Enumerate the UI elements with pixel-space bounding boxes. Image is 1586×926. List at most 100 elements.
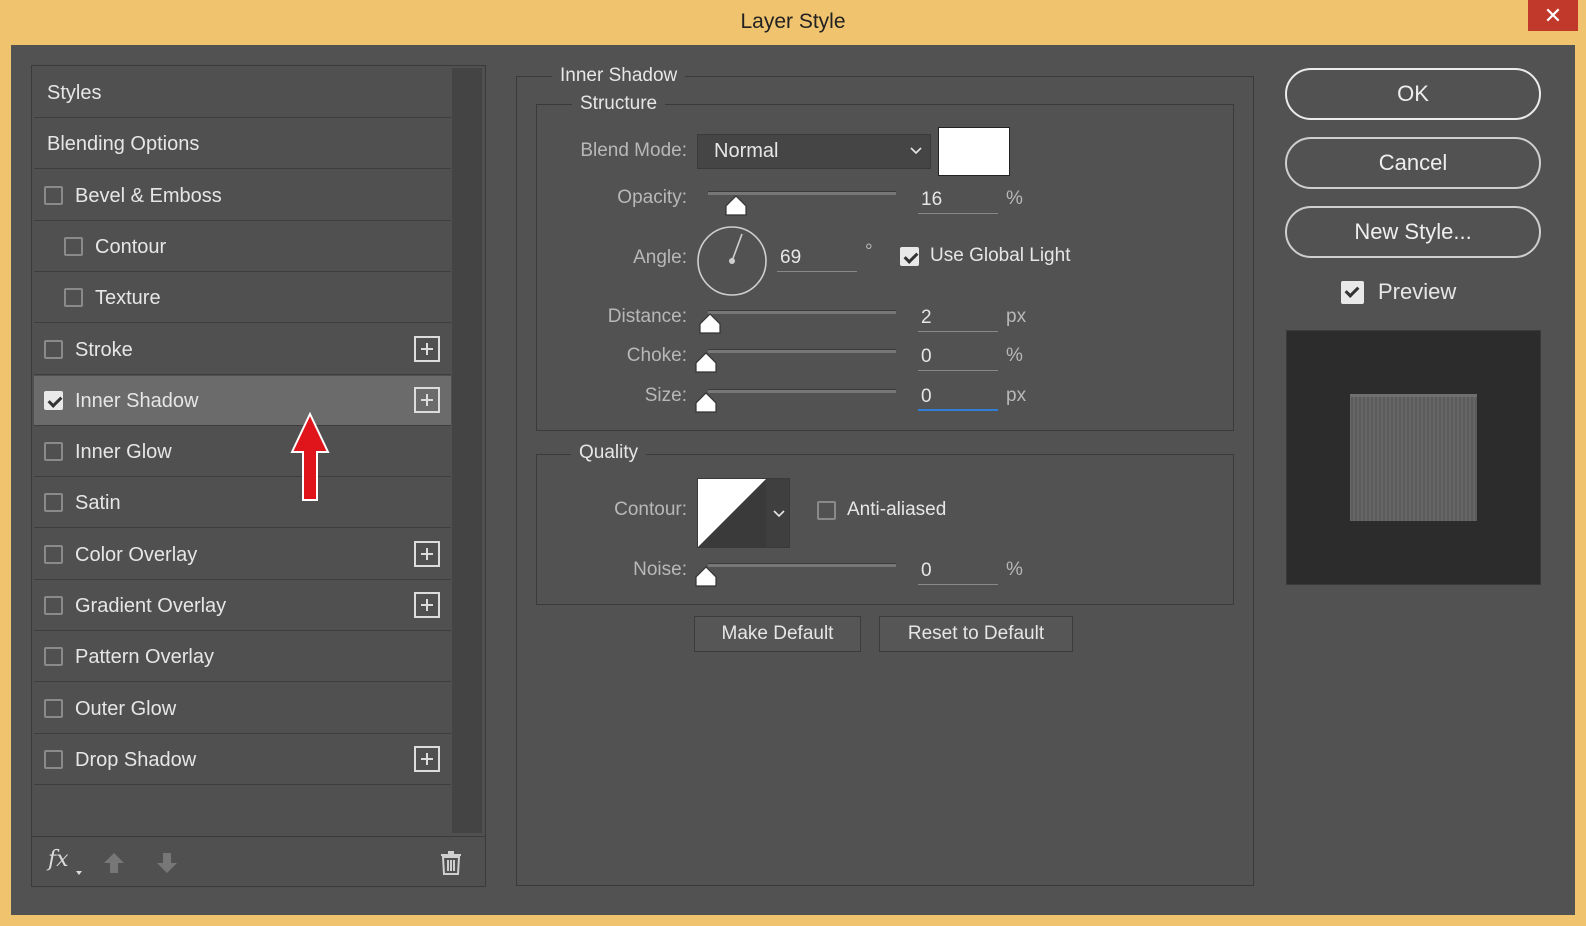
style-item-label: Inner Shadow xyxy=(75,389,199,412)
noise-unit: % xyxy=(1006,559,1023,580)
blend-mode-select[interactable]: Normal xyxy=(697,134,931,169)
style-item-inner-shadow[interactable]: Inner Shadow xyxy=(34,375,451,426)
fx-icon[interactable]: fx xyxy=(48,847,69,872)
style-checkbox-inner-glow[interactable] xyxy=(44,442,63,462)
noise-input[interactable]: 0 xyxy=(918,557,998,585)
choke-input[interactable]: 0 xyxy=(918,343,998,371)
style-item-texture[interactable]: Texture xyxy=(34,273,451,324)
style-checkbox-drop-shadow[interactable] xyxy=(44,749,63,769)
noise-slider-thumb[interactable] xyxy=(695,566,717,588)
contour-chevron-down-icon[interactable] xyxy=(773,510,785,518)
style-item-contour[interactable]: Contour xyxy=(34,222,451,272)
style-item-drop-shadow[interactable]: Drop Shadow xyxy=(34,735,451,785)
choke-slider-thumb[interactable] xyxy=(695,352,717,374)
shadow-color-swatch[interactable] xyxy=(938,127,1010,176)
styles-scrollbar[interactable] xyxy=(452,68,482,833)
chevron-down-icon xyxy=(910,147,922,155)
distance-slider[interactable] xyxy=(708,310,896,314)
contour-label: Contour: xyxy=(614,499,687,520)
style-item-label: Bevel & Emboss xyxy=(75,184,222,207)
contour-preview-icon xyxy=(698,479,766,547)
style-checkbox-inner-shadow[interactable] xyxy=(44,390,63,410)
distance-label: Distance: xyxy=(607,306,687,327)
close-button[interactable]: ✕ xyxy=(1528,0,1578,31)
use-global-light-label[interactable]: Use Global Light xyxy=(930,245,1070,267)
style-item-label: Styles xyxy=(47,82,102,104)
trash-icon[interactable] xyxy=(440,851,462,875)
blend-mode-label: Blend Mode: xyxy=(580,140,687,161)
structure-title: Structure xyxy=(572,93,666,115)
noise-label: Noise: xyxy=(633,559,687,580)
choke-label: Choke: xyxy=(626,345,687,366)
style-item-label: Inner Glow xyxy=(75,441,172,464)
size-slider[interactable] xyxy=(708,389,896,393)
distance-input[interactable]: 2 xyxy=(918,304,998,332)
opacity-label: Opacity: xyxy=(617,187,687,208)
style-item-label: Blending Options xyxy=(47,133,200,156)
new-style-button[interactable]: New Style... xyxy=(1285,206,1541,258)
anti-aliased-checkbox[interactable] xyxy=(817,501,836,520)
size-input[interactable]: 0 xyxy=(918,383,998,411)
quality-title: Quality xyxy=(571,442,647,464)
style-item-label: Color Overlay xyxy=(75,543,198,566)
style-item-color-overlay[interactable]: Color Overlay xyxy=(34,530,451,580)
styles-panel: Styles Blending Options Bevel & Emboss Cont… xyxy=(31,65,486,887)
use-global-light-checkbox[interactable] xyxy=(900,247,919,266)
style-checkbox-pattern-overlay[interactable] xyxy=(44,647,63,667)
choke-slider[interactable] xyxy=(708,349,896,353)
style-item-label: Contour xyxy=(95,235,167,258)
opacity-slider-thumb[interactable] xyxy=(725,195,747,217)
noise-slider[interactable] xyxy=(708,563,896,567)
reset-to-default-button[interactable]: Reset to Default xyxy=(879,616,1073,652)
preview-swatch xyxy=(1350,394,1477,521)
style-item-outer-glow[interactable]: Outer Glow xyxy=(34,684,451,734)
anti-aliased-label[interactable]: Anti-aliased xyxy=(847,499,946,521)
style-checkbox-satin[interactable] xyxy=(44,493,63,513)
style-item-inner-glow[interactable]: Inner Glow xyxy=(34,427,451,478)
style-item-label: Gradient Overlay xyxy=(75,595,227,617)
add-drop-shadow-icon[interactable] xyxy=(414,745,440,772)
style-checkbox-contour[interactable] xyxy=(64,236,83,256)
choke-unit: % xyxy=(1006,345,1023,366)
move-up-icon[interactable] xyxy=(102,851,126,875)
style-item-label: Stroke xyxy=(75,338,133,361)
style-item-label: Pattern Overlay xyxy=(75,646,214,669)
title-bar: Layer Style ✕ xyxy=(0,0,1586,45)
style-item-stroke[interactable]: Stroke xyxy=(34,325,451,375)
style-checkbox-gradient-overlay[interactable] xyxy=(44,596,63,615)
ok-button[interactable]: OK xyxy=(1285,68,1541,120)
distance-unit: px xyxy=(1006,306,1027,327)
style-item-styles[interactable]: Styles xyxy=(34,68,451,118)
style-item-satin[interactable]: Satin xyxy=(34,478,451,529)
distance-slider-thumb[interactable] xyxy=(699,313,721,335)
move-down-icon[interactable] xyxy=(155,851,179,875)
style-checkbox-outer-glow[interactable] xyxy=(44,698,63,718)
angle-label: Angle: xyxy=(633,247,687,268)
style-item-gradient-overlay[interactable]: Gradient Overlay xyxy=(34,581,451,631)
add-stroke-icon[interactable] xyxy=(414,335,440,362)
fx-dropdown-caret-icon xyxy=(76,871,82,875)
style-item-pattern-overlay[interactable]: Pattern Overlay xyxy=(34,632,451,683)
opacity-input[interactable]: 16 xyxy=(918,186,998,214)
add-inner-shadow-icon[interactable] xyxy=(414,386,440,413)
contour-picker[interactable] xyxy=(697,478,790,548)
add-color-overlay-icon[interactable] xyxy=(414,540,440,567)
size-unit: px xyxy=(1006,385,1027,406)
style-checkbox-texture[interactable] xyxy=(64,288,83,308)
angle-input[interactable]: 69 xyxy=(777,244,857,272)
angle-dial[interactable] xyxy=(696,225,768,297)
style-checkbox-stroke[interactable] xyxy=(44,339,63,359)
style-item-bevel-emboss[interactable]: Bevel & Emboss xyxy=(34,171,451,221)
make-default-button[interactable]: Make Default xyxy=(694,616,861,652)
size-slider-thumb[interactable] xyxy=(695,392,717,414)
annotation-arrow-icon xyxy=(290,412,330,501)
style-item-blending-options[interactable]: Blending Options xyxy=(34,119,451,170)
preview-thumbnail xyxy=(1286,330,1541,585)
add-gradient-overlay-icon[interactable] xyxy=(414,592,440,618)
cancel-button[interactable]: Cancel xyxy=(1285,137,1541,189)
preview-label[interactable]: Preview xyxy=(1378,279,1456,305)
preview-checkbox[interactable] xyxy=(1341,281,1364,304)
style-checkbox-color-overlay[interactable] xyxy=(44,544,63,564)
style-checkbox-bevel-emboss[interactable] xyxy=(44,185,63,205)
blend-mode-value: Normal xyxy=(714,140,779,162)
